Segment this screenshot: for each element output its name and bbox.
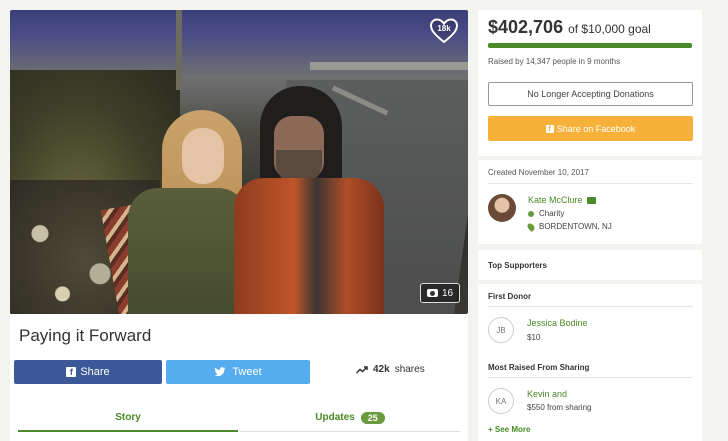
no-longer-accepting-button[interactable]: No Longer Accepting Donations	[488, 82, 693, 106]
photo-pole	[176, 10, 182, 90]
share-on-facebook-label: Share on Facebook	[556, 123, 636, 134]
photo-count-label: 16	[442, 287, 454, 299]
camera-icon	[427, 289, 438, 297]
photo-count-button[interactable]: 16	[420, 283, 461, 303]
goal-text: of $10,000 goal	[568, 22, 651, 36]
facebook-icon: f	[545, 124, 554, 133]
organizer-role-label: Charity	[539, 209, 565, 218]
facebook-icon: f	[66, 367, 77, 377]
photo-woman-coat	[128, 188, 248, 314]
charity-icon	[528, 210, 534, 217]
trending-up-icon	[356, 365, 368, 374]
tab-updates[interactable]: Updates 25	[240, 404, 460, 432]
campaign-title: Paying it Forward	[19, 326, 152, 345]
shares-count: 42k	[373, 364, 390, 375]
progress-bar	[488, 43, 692, 48]
first-donor-avatar: JB	[488, 317, 514, 343]
updates-count-badge: 25	[360, 411, 385, 424]
organizer-location-label: BORDENTOWN, NJ	[539, 222, 612, 231]
organizer-location: BORDENTOWN, NJ	[526, 221, 612, 232]
photo-woman-face	[182, 128, 224, 184]
organizer-avatar[interactable]	[488, 194, 516, 222]
most-raised-amount: $550 from sharing	[527, 403, 592, 412]
mail-icon	[586, 196, 596, 204]
campaign-photo[interactable]	[10, 10, 468, 314]
amount-value: $402,706	[488, 17, 564, 37]
tab-story-label: Story	[115, 411, 141, 423]
tweet-button[interactable]: Tweet	[166, 360, 310, 384]
first-donor-divider	[488, 306, 693, 307]
created-date: Created November 10, 2017	[488, 168, 589, 177]
raised-by-text: Raised by 14,347 people in 9 months	[488, 57, 621, 66]
first-donor-heading: First Donor	[488, 292, 532, 301]
facebook-share-button[interactable]: f Share	[14, 360, 162, 384]
first-donor-amount: $10	[527, 333, 541, 342]
facebook-share-label: Share	[80, 366, 110, 378]
organizer-name: Kate McClure	[528, 195, 583, 205]
twitter-bird-icon	[214, 367, 226, 377]
heart-count: 18k	[437, 24, 451, 33]
organizer-name-link[interactable]: Kate McClure	[528, 195, 596, 205]
tweet-label: Tweet	[232, 366, 262, 378]
photo-guardrail	[310, 62, 468, 70]
most-raised-heading: Most Raised From Sharing	[488, 363, 590, 372]
most-raised-divider	[488, 377, 693, 378]
top-supporters-heading: Top Supporters	[488, 261, 547, 270]
tab-story[interactable]: Story	[18, 404, 238, 432]
location-pin-icon	[526, 221, 536, 232]
organizer-role: Charity	[528, 209, 564, 218]
most-raised-name[interactable]: Kevin and	[527, 389, 567, 399]
most-raised-avatar: KA	[488, 388, 514, 414]
organizer-divider	[488, 183, 693, 184]
first-donor-name[interactable]: Jessica Bodine	[527, 318, 588, 328]
shares-label: shares	[394, 364, 425, 375]
share-on-facebook-button[interactable]: f Share on Facebook	[488, 116, 693, 141]
see-more-link[interactable]: + See More	[488, 425, 530, 434]
tab-updates-label: Updates	[315, 412, 355, 423]
shares-counter: 42k shares	[356, 364, 425, 375]
photo-man-coat	[234, 178, 384, 314]
amount-raised: $402,706 of $10,000 goal	[488, 17, 651, 38]
